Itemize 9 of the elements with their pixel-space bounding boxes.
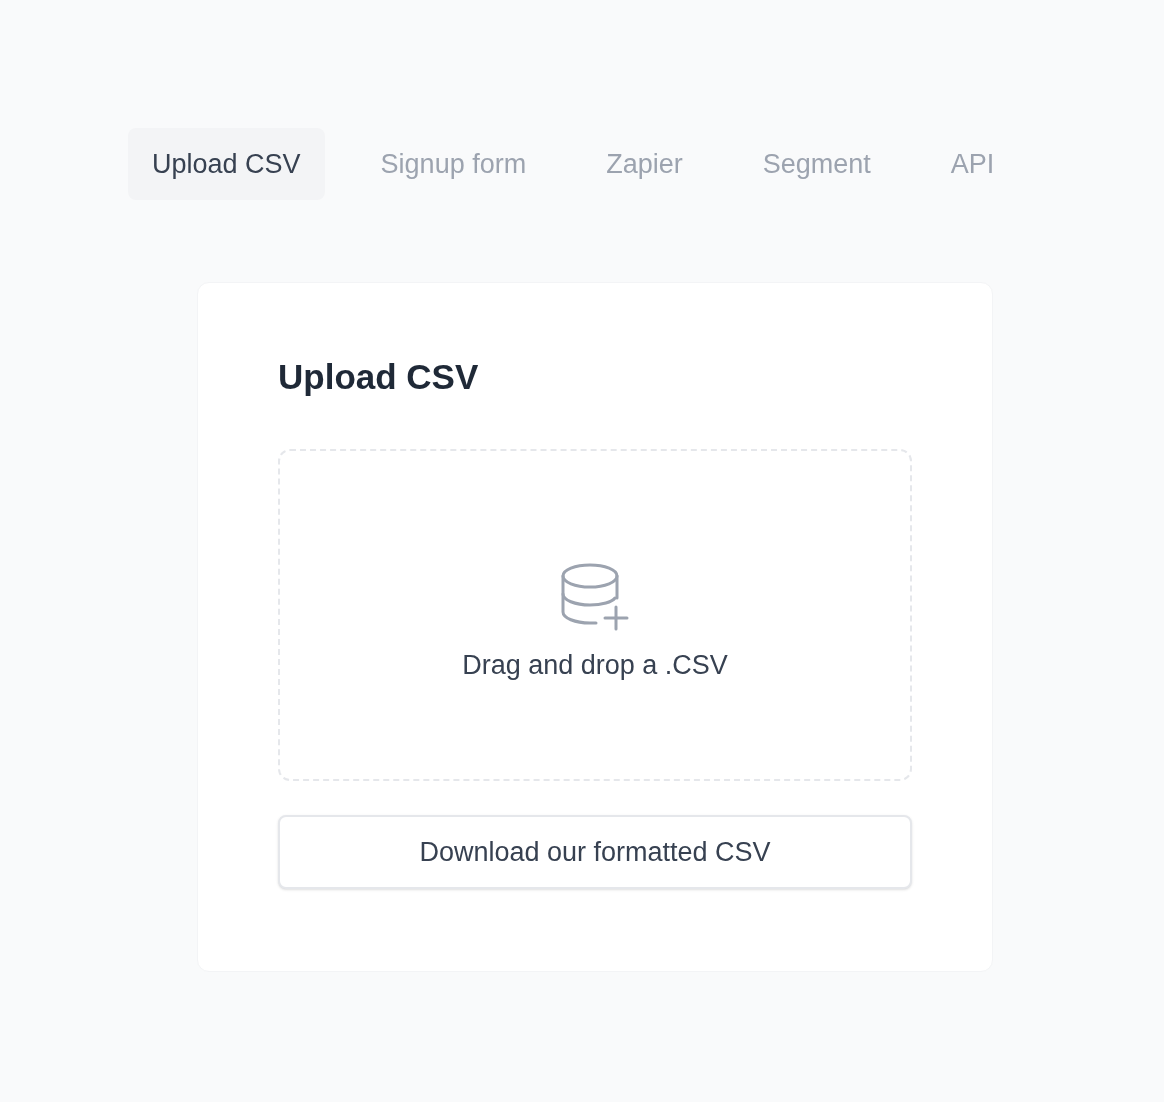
card-title: Upload CSV (278, 356, 480, 398)
tab[interactable]: API (926, 128, 1019, 200)
tab[interactable]: Segment (738, 128, 895, 200)
tab[interactable]: Signup form (356, 128, 551, 200)
tab[interactable]: Zapier (582, 128, 707, 200)
download-button[interactable]: Download our formatted CSV (278, 815, 912, 889)
tab[interactable]: Upload CSV (128, 128, 325, 200)
dropzone-text: Drag and drop a .CSV (462, 648, 728, 682)
dropzone[interactable]: Drag and drop a .CSV (278, 449, 912, 781)
